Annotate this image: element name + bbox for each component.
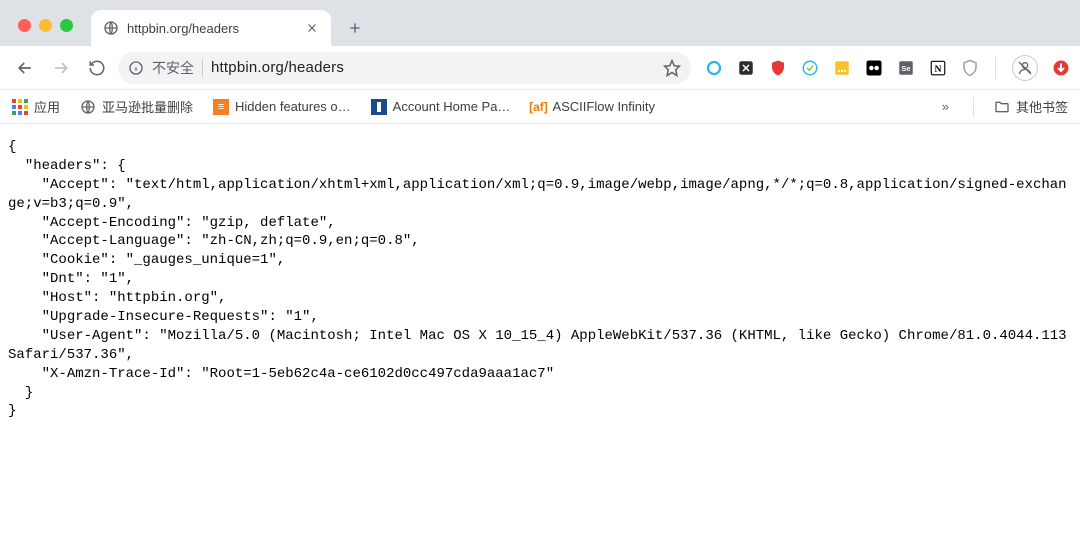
- toolbar-separator: [995, 57, 996, 79]
- extension-selenium-icon[interactable]: Se: [897, 59, 915, 77]
- browser-tab-active[interactable]: httpbin.org/headers: [91, 10, 331, 46]
- extension-circle-icon[interactable]: [705, 59, 723, 77]
- bookmark-overflow-button[interactable]: »: [938, 99, 953, 114]
- bookmark-label: 其他书签: [1016, 97, 1068, 116]
- omnibox-separator: [202, 59, 203, 77]
- extension-x-icon[interactable]: [737, 59, 755, 77]
- bookmark-label: 亚马逊批量删除: [102, 97, 193, 116]
- bookmark-separator: [973, 97, 974, 117]
- profile-button[interactable]: [1012, 55, 1038, 81]
- bookmark-item-stackoverflow[interactable]: ≡ Hidden features o…: [213, 99, 351, 115]
- extension-yellow-icon[interactable]: [833, 59, 851, 77]
- globe-icon: [80, 99, 96, 115]
- extension-ublock-icon[interactable]: [769, 59, 787, 77]
- folder-icon: [994, 99, 1010, 115]
- url-text: httpbin.org/headers: [211, 59, 655, 76]
- stackoverflow-icon: ≡: [213, 99, 229, 115]
- bookmark-label: ASCIIFlow Infinity: [552, 99, 655, 114]
- bookmark-item-lastpass[interactable]: Account Home Pa…: [371, 99, 511, 115]
- close-window-button[interactable]: [18, 19, 31, 32]
- lastpass-icon: [371, 99, 387, 115]
- svg-text:Se: Se: [901, 64, 910, 73]
- bookmark-star-icon[interactable]: [663, 59, 681, 77]
- extension-flickr-icon[interactable]: [865, 59, 883, 77]
- apps-grid-icon: [12, 99, 28, 115]
- tab-strip: httpbin.org/headers: [0, 0, 1080, 46]
- site-info-icon[interactable]: [128, 60, 144, 76]
- reload-button[interactable]: [82, 53, 112, 83]
- extension-shield-icon[interactable]: [961, 59, 979, 77]
- svg-text:N: N: [934, 63, 941, 74]
- asciiflow-icon: [af]: [530, 99, 546, 115]
- bookmark-label: Account Home Pa…: [393, 99, 511, 114]
- extension-notion-icon[interactable]: N: [929, 59, 947, 77]
- globe-icon: [103, 20, 119, 36]
- tab-title: httpbin.org/headers: [127, 21, 297, 36]
- back-button[interactable]: [10, 53, 40, 83]
- extension-checkmark-icon[interactable]: [801, 59, 819, 77]
- bookmark-label: Hidden features o…: [235, 99, 351, 114]
- new-tab-button[interactable]: [341, 14, 369, 42]
- minimize-window-button[interactable]: [39, 19, 52, 32]
- browser-toolbar: 不安全 httpbin.org/headers Se N: [0, 46, 1080, 90]
- bookmark-other-folder[interactable]: 其他书签: [994, 97, 1068, 116]
- bookmark-apps[interactable]: 应用: [12, 97, 60, 116]
- extension-downarrow-icon[interactable]: [1052, 59, 1070, 77]
- security-status-label: 不安全: [152, 58, 194, 78]
- address-bar[interactable]: 不安全 httpbin.org/headers: [118, 52, 691, 84]
- bookmark-item-amazon[interactable]: 亚马逊批量删除: [80, 97, 193, 116]
- forward-button[interactable]: [46, 53, 76, 83]
- bookmark-label: 应用: [34, 97, 60, 116]
- window-controls: [12, 19, 81, 46]
- response-body: { "headers": { "Accept": "text/html,appl…: [0, 124, 1080, 435]
- extensions-row: Se N: [697, 55, 1070, 81]
- close-tab-button[interactable]: [305, 21, 319, 35]
- bookmark-item-asciiflow[interactable]: [af] ASCIIFlow Infinity: [530, 99, 655, 115]
- bookmark-bar: 应用 亚马逊批量删除 ≡ Hidden features o… Account …: [0, 90, 1080, 124]
- maximize-window-button[interactable]: [60, 19, 73, 32]
